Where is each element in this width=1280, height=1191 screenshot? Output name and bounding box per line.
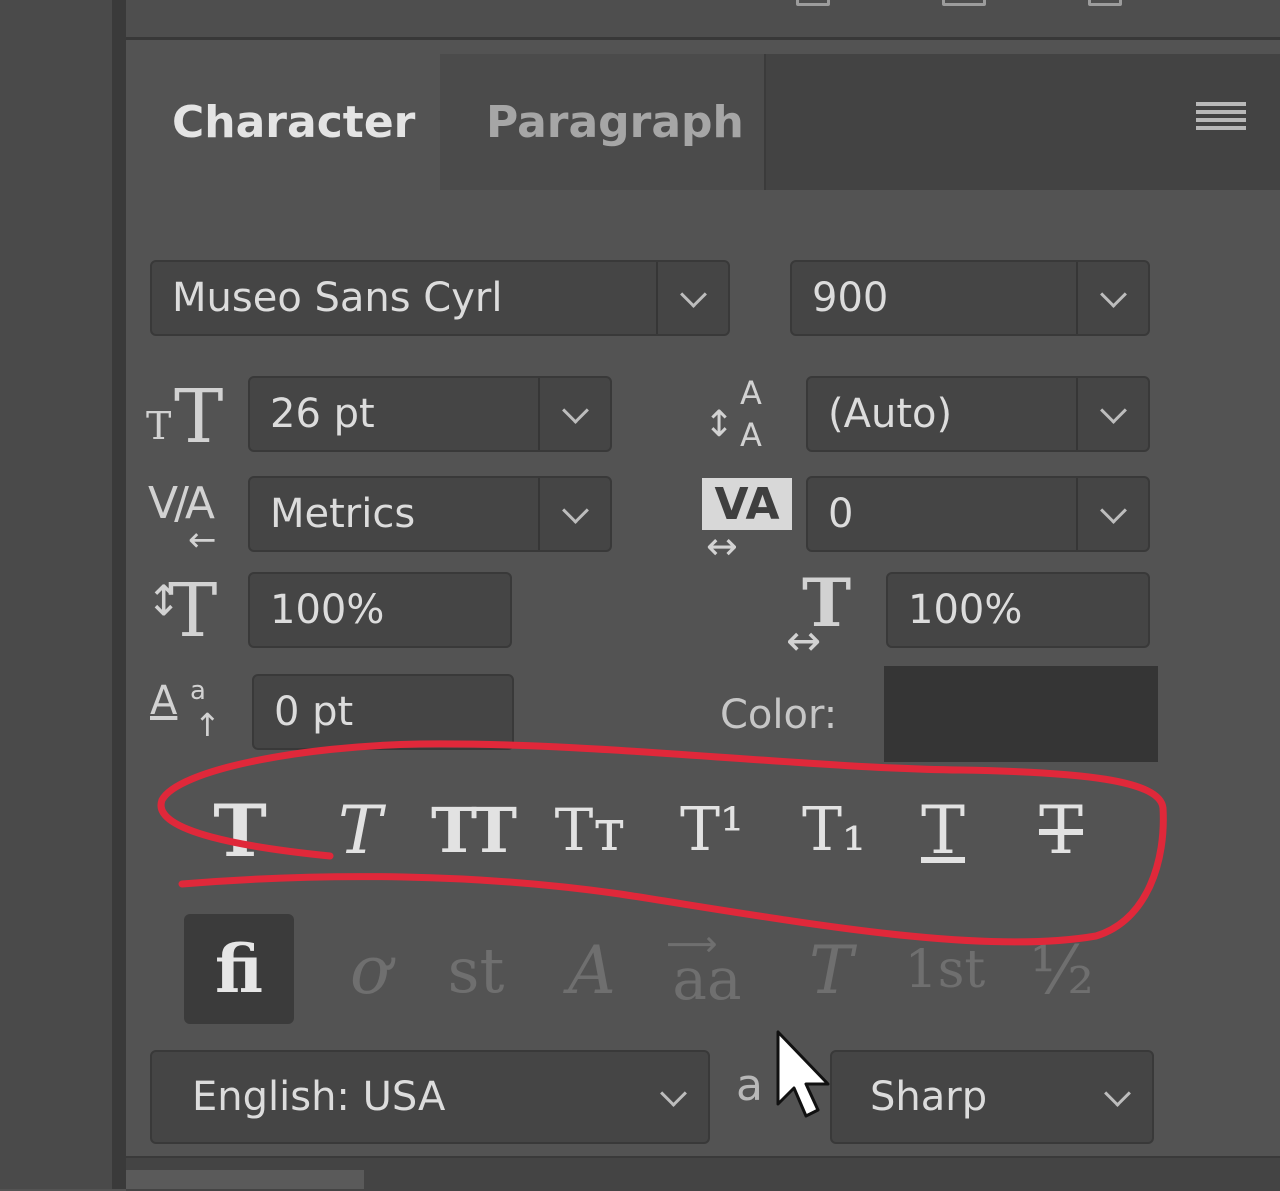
titling-alternates-button[interactable]: T bbox=[796, 920, 866, 1020]
tab-character[interactable]: Character bbox=[126, 54, 440, 190]
horizontal-scale-value: 100% bbox=[908, 587, 1023, 633]
chevron-down-icon[interactable] bbox=[538, 378, 610, 450]
all-caps-button[interactable]: TT bbox=[424, 790, 520, 870]
font-size-value: 26 pt bbox=[270, 391, 375, 437]
language-value: English: USA bbox=[192, 1074, 446, 1120]
stylistic-alternates-button[interactable]: ⟶ aa bbox=[664, 920, 750, 1020]
tracking-value: 0 bbox=[828, 491, 854, 537]
all-caps-glyph: TT bbox=[430, 793, 517, 867]
faux-italic-glyph: T bbox=[337, 791, 383, 869]
tab-paragraph[interactable]: Paragraph bbox=[440, 54, 766, 190]
swash-button[interactable]: A bbox=[552, 920, 632, 1020]
baseline-shift-input[interactable]: 0 pt bbox=[252, 674, 514, 750]
baseline-shift-icon: A a ↑ bbox=[150, 676, 221, 744]
chevron-down-icon[interactable] bbox=[1076, 262, 1148, 334]
mouse-cursor-icon bbox=[776, 1030, 830, 1118]
horizontal-scale-input[interactable]: 100% bbox=[886, 572, 1150, 648]
chevron-down-icon[interactable] bbox=[538, 478, 610, 550]
faux-bold-button[interactable]: T bbox=[202, 787, 278, 873]
horizontal-scale-icon: T ↔ bbox=[786, 564, 852, 665]
panel-tab-bar: Character Paragraph bbox=[126, 54, 1280, 190]
font-size-select[interactable]: 26 pt bbox=[248, 376, 612, 452]
workspace-gutter bbox=[0, 0, 112, 1189]
superscript-glyph: T¹ bbox=[679, 795, 745, 865]
small-caps-glyph: Tт bbox=[554, 796, 626, 864]
tracking-select[interactable]: 0 bbox=[806, 476, 1150, 552]
kerning-icon: V/A ← bbox=[148, 478, 217, 560]
discretionary-ligatures-button[interactable]: st bbox=[436, 920, 516, 1020]
font-style-select[interactable]: 900 bbox=[790, 260, 1150, 336]
ordinals-button[interactable]: 1st bbox=[902, 920, 988, 1020]
font-size-icon: T T bbox=[146, 374, 224, 460]
subscript-button[interactable]: T₁ bbox=[792, 790, 876, 870]
anti-alias-select[interactable]: Sharp bbox=[830, 1050, 1154, 1144]
panel-toolbar-icon[interactable] bbox=[796, 0, 830, 6]
font-family-select[interactable]: Museo Sans Cyrl bbox=[150, 260, 730, 336]
subscript-glyph: T₁ bbox=[801, 795, 867, 865]
kerning-select[interactable]: Metrics bbox=[248, 476, 612, 552]
chevron-down-icon[interactable] bbox=[1082, 1052, 1152, 1142]
chevron-down-icon[interactable] bbox=[1076, 478, 1148, 550]
strikethrough-button[interactable]: T bbox=[1026, 790, 1096, 870]
swash-glyph: A bbox=[568, 931, 616, 1009]
panel-menu-icon[interactable] bbox=[1196, 102, 1246, 138]
color-swatch[interactable] bbox=[884, 666, 1158, 762]
vertical-scale-icon: ↕ T bbox=[146, 568, 218, 654]
vertical-scale-value: 100% bbox=[270, 587, 385, 633]
kerning-value: Metrics bbox=[270, 491, 416, 537]
tracking-icon: VA ↔ bbox=[702, 476, 796, 568]
strikethrough-glyph: T bbox=[1038, 791, 1084, 869]
faux-bold-glyph: T bbox=[213, 787, 267, 873]
color-label: Color: bbox=[720, 692, 838, 738]
language-select[interactable]: English: USA bbox=[150, 1050, 710, 1144]
ligature-glyph: fi bbox=[215, 930, 263, 1008]
font-family-value: Museo Sans Cyrl bbox=[172, 275, 503, 321]
faux-italic-button[interactable]: T bbox=[322, 790, 398, 870]
chevron-down-icon[interactable] bbox=[1076, 378, 1148, 450]
small-caps-button[interactable]: Tт bbox=[548, 790, 632, 870]
panel-toolbar-icon[interactable] bbox=[1088, 0, 1122, 6]
leading-value: (Auto) bbox=[828, 391, 953, 437]
panel-toolbar-icon[interactable] bbox=[942, 0, 986, 6]
upper-panel-strip bbox=[126, 0, 1280, 40]
ordinals-glyph: 1st bbox=[904, 940, 986, 1000]
contextual-alternates-button[interactable]: ơ bbox=[330, 920, 410, 1020]
lower-panel-tab[interactable] bbox=[126, 1170, 364, 1189]
arrow-right-icon: ⟶ bbox=[666, 924, 718, 965]
leading-select[interactable]: (Auto) bbox=[806, 376, 1150, 452]
underline-glyph: T bbox=[920, 791, 966, 869]
vertical-scale-input[interactable]: 100% bbox=[248, 572, 512, 648]
chevron-down-icon[interactable] bbox=[656, 262, 728, 334]
discretionary-ligatures-glyph: st bbox=[447, 933, 505, 1007]
anti-alias-value: Sharp bbox=[870, 1074, 988, 1120]
fractions-button[interactable]: ½ bbox=[1024, 920, 1100, 1020]
panel-dock-edge bbox=[112, 0, 126, 1189]
titling-alternates-glyph: T bbox=[808, 931, 854, 1009]
contextual-alternates-glyph: ơ bbox=[350, 931, 390, 1009]
standard-ligatures-button[interactable]: fi bbox=[184, 914, 294, 1024]
chevron-down-icon[interactable] bbox=[638, 1052, 708, 1142]
leading-icon: A A ↕ bbox=[704, 374, 762, 454]
superscript-button[interactable]: T¹ bbox=[670, 790, 754, 870]
baseline-shift-value: 0 pt bbox=[274, 689, 354, 735]
fractions-glyph: ½ bbox=[1030, 931, 1094, 1009]
font-style-value: 900 bbox=[812, 275, 889, 321]
anti-alias-icon: a bbox=[736, 1060, 763, 1111]
underline-button[interactable]: T bbox=[908, 790, 978, 870]
